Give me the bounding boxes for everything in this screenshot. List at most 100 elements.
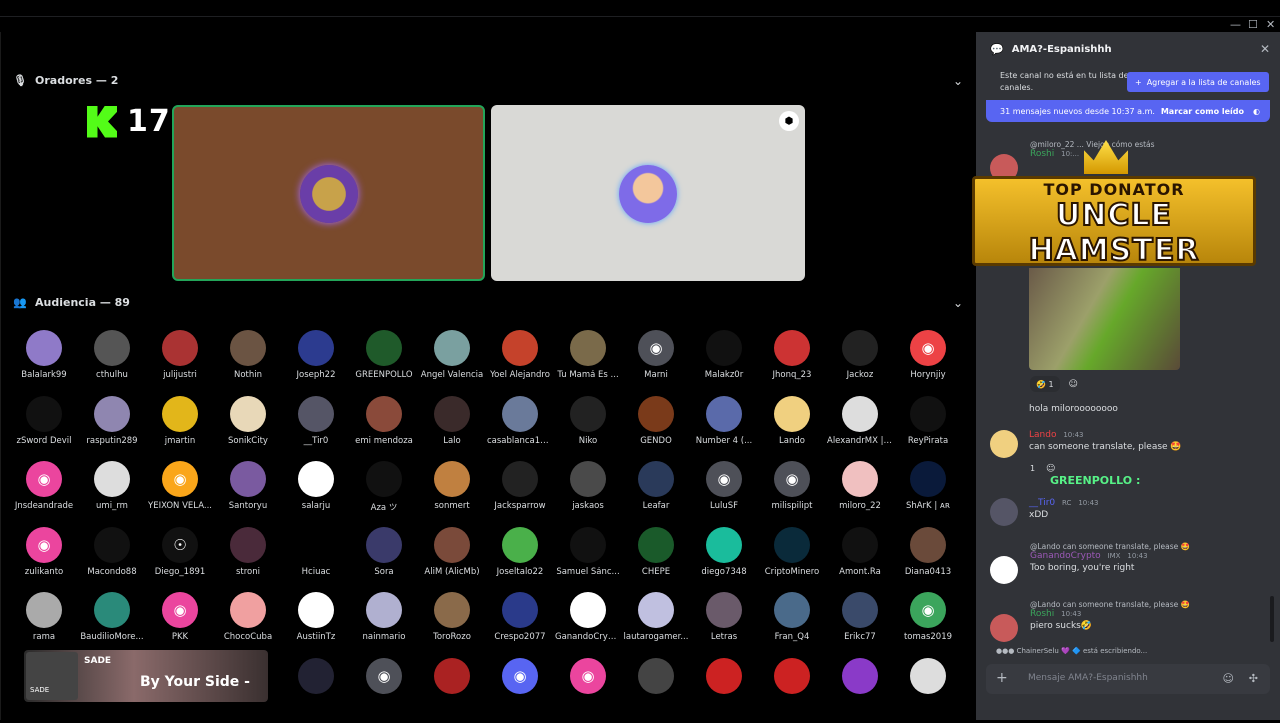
audience-member[interactable]: Amont.Ra (826, 527, 894, 593)
audience-member[interactable]: Fran_Q4 (758, 592, 826, 658)
member-avatar[interactable] (570, 461, 606, 497)
audience-member[interactable] (622, 658, 690, 723)
add-to-channels-button[interactable]: + Agregar a la lista de canales (1127, 72, 1269, 92)
audience-member[interactable]: ◉tomas2019 (894, 592, 962, 658)
member-avatar[interactable] (230, 396, 266, 432)
audience-member[interactable]: AliM (AlicMb) (418, 527, 486, 593)
audience-member[interactable]: AustiinTz (282, 592, 350, 658)
member-avatar[interactable] (570, 592, 606, 628)
audience-member[interactable]: Samuel Sánc... (554, 527, 622, 593)
member-avatar[interactable] (502, 592, 538, 628)
discord-default-avatar-icon[interactable]: ◉ (26, 461, 62, 497)
member-avatar[interactable] (570, 527, 606, 563)
member-avatar[interactable] (502, 527, 538, 563)
audience-member[interactable]: Tu Mamá Es ... (554, 330, 622, 396)
member-avatar[interactable] (774, 527, 810, 563)
member-avatar[interactable] (298, 527, 334, 563)
member-avatar[interactable] (230, 461, 266, 497)
member-avatar[interactable] (774, 592, 810, 628)
add-reaction-icon[interactable]: ☺ (1068, 380, 1077, 390)
audience-member[interactable]: ShArK | ᴀʀ (894, 461, 962, 527)
member-avatar[interactable] (910, 396, 946, 432)
discord-default-avatar-icon[interactable]: ◉ (26, 527, 62, 563)
member-avatar[interactable] (638, 658, 674, 694)
member-avatar[interactable] (434, 527, 470, 563)
audience-member[interactable]: Leafar (622, 461, 690, 527)
member-avatar[interactable] (774, 658, 810, 694)
audience-member[interactable]: Balalark99 (10, 330, 78, 396)
audience-member[interactable] (826, 658, 894, 723)
audience-member[interactable]: ◉PKK (146, 592, 214, 658)
discord-default-avatar-icon[interactable]: ◉ (774, 461, 810, 497)
mark-read-button[interactable]: Marcar como leído (1161, 107, 1244, 116)
member-avatar[interactable] (434, 461, 470, 497)
member-avatar[interactable] (706, 527, 742, 563)
member-avatar[interactable] (298, 461, 334, 497)
minimize-button[interactable]: — (1230, 18, 1241, 31)
member-avatar[interactable] (230, 527, 266, 563)
add-reaction-icon[interactable]: ☺ (1046, 464, 1055, 474)
audience-member[interactable]: Macondo88 (78, 527, 146, 593)
audience-member[interactable]: Joseltalo22 (486, 527, 554, 593)
audience-member[interactable]: umi_rm (78, 461, 146, 527)
discord-default-avatar-icon[interactable]: ◉ (502, 658, 538, 694)
member-avatar[interactable] (638, 461, 674, 497)
audience-member[interactable] (282, 658, 350, 723)
audience-member[interactable]: Crespo2077 (486, 592, 554, 658)
audience-member[interactable]: Hciuac (282, 527, 350, 593)
member-avatar[interactable] (502, 461, 538, 497)
member-avatar[interactable] (26, 396, 62, 432)
member-avatar[interactable] (842, 396, 878, 432)
audience-member[interactable]: miloro_22 (826, 461, 894, 527)
audience-member[interactable]: nainmario (350, 592, 418, 658)
member-avatar[interactable] (434, 658, 470, 694)
member-avatar[interactable] (298, 658, 334, 694)
audience-member[interactable] (758, 658, 826, 723)
member-avatar[interactable] (502, 330, 538, 366)
member-avatar[interactable] (706, 396, 742, 432)
member-avatar[interactable] (230, 592, 266, 628)
member-avatar[interactable] (570, 330, 606, 366)
member-avatar[interactable] (706, 330, 742, 366)
member-avatar[interactable] (298, 396, 334, 432)
member-avatar[interactable] (94, 330, 130, 366)
member-avatar[interactable] (774, 396, 810, 432)
audience-header[interactable]: 👥 Audiencia — 89 (13, 292, 130, 312)
member-avatar[interactable] (26, 330, 62, 366)
member-avatar[interactable] (26, 592, 62, 628)
member-avatar[interactable] (298, 330, 334, 366)
message-input[interactable]: Mensaje AMA?-Espanishhh (1028, 673, 1148, 683)
audience-member[interactable]: __Tir0 (282, 396, 350, 462)
audience-member[interactable]: Letras (690, 592, 758, 658)
member-avatar[interactable] (842, 461, 878, 497)
music-mini-player[interactable]: SADE By Your Side - SADE (24, 650, 268, 702)
audience-member[interactable]: ToroRozo (418, 592, 486, 658)
audience-member[interactable]: cthulhu (78, 330, 146, 396)
member-avatar[interactable] (366, 330, 402, 366)
username[interactable]: GanandoCrypto (1030, 551, 1101, 561)
member-avatar[interactable] (842, 330, 878, 366)
audience-member[interactable]: ◉milispilipt (758, 461, 826, 527)
user-avatar[interactable] (990, 614, 1018, 642)
member-avatar[interactable] (162, 396, 198, 432)
discord-default-avatar-icon[interactable]: ◉ (366, 658, 402, 694)
discord-default-avatar-icon[interactable]: ◉ (162, 592, 198, 628)
discord-default-avatar-icon[interactable]: ◉ (570, 658, 606, 694)
audience-member[interactable]: ◉Jnsdeandrade (10, 461, 78, 527)
member-avatar[interactable] (230, 330, 266, 366)
audience-member[interactable]: GanandoCryp... (554, 592, 622, 658)
member-avatar[interactable] (434, 592, 470, 628)
member-avatar[interactable] (638, 592, 674, 628)
audience-member[interactable]: CHEPE (622, 527, 690, 593)
member-avatar[interactable] (910, 461, 946, 497)
audience-member[interactable]: ◉Marni (622, 330, 690, 396)
audience-member[interactable]: ◉LuluSF (690, 461, 758, 527)
member-avatar[interactable] (910, 658, 946, 694)
member-avatar[interactable] (434, 396, 470, 432)
reaction-chip[interactable]: 🤣 1 (1030, 376, 1060, 392)
message-composer[interactable]: + Mensaje AMA?-Espanishhh ☺ ✣ (986, 664, 1270, 694)
member-avatar[interactable] (366, 592, 402, 628)
member-avatar[interactable] (94, 592, 130, 628)
user-avatar[interactable] (990, 556, 1018, 584)
member-avatar[interactable] (502, 396, 538, 432)
